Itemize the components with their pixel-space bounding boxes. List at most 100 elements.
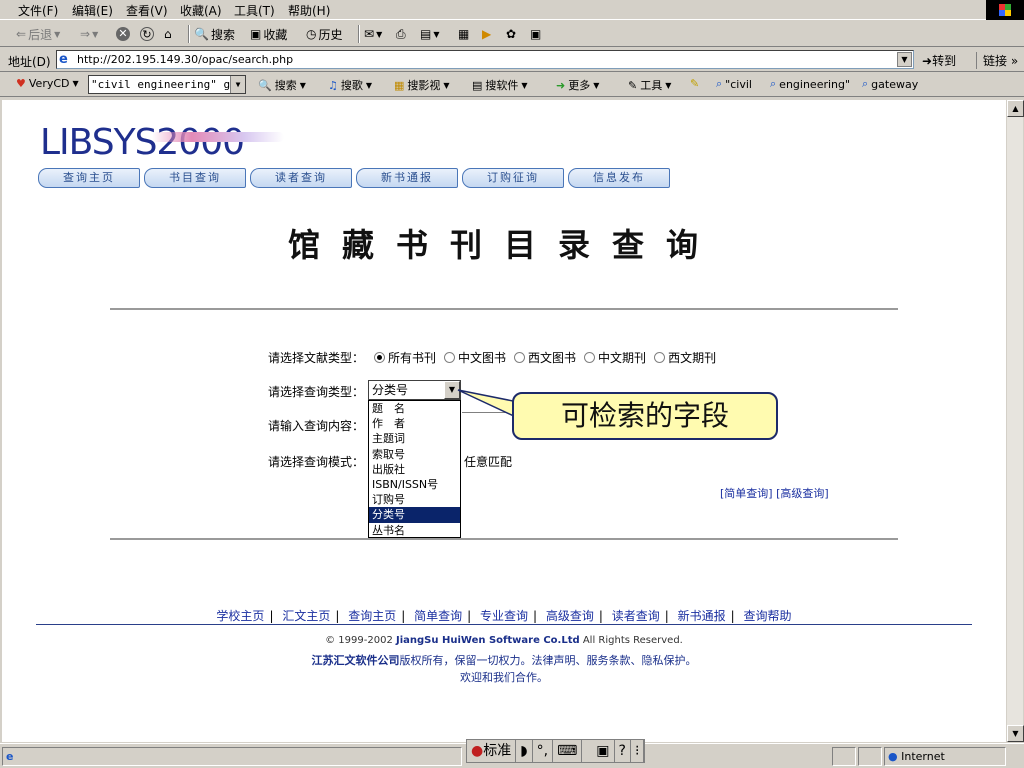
scroll-down-button[interactable]: ▼ (1007, 725, 1024, 742)
stop-button[interactable]: ✕ (116, 25, 130, 43)
verycd-button[interactable]: ♥ VeryCD ▼ (16, 77, 79, 90)
ime-punct-button[interactable]: °, (533, 740, 554, 762)
radio-button[interactable] (374, 352, 385, 363)
option-isbn[interactable]: ISBN/ISSN号 (369, 477, 460, 492)
radio-western-books[interactable]: 西文图书 (514, 349, 576, 366)
radio-button[interactable] (584, 352, 596, 363)
software-search-button[interactable]: ▤ 搜软件 ▼ (472, 77, 528, 93)
discuss-button[interactable]: ▦ (458, 25, 469, 43)
radio-button[interactable] (514, 352, 526, 363)
toolbar-search-button[interactable]: 🔍 搜索 ▼ (258, 77, 306, 93)
logo-swoosh (152, 132, 284, 142)
more-button[interactable]: ➜ 更多 ▼ (556, 77, 599, 93)
music-search-button[interactable]: ♫ 搜歌 ▼ (328, 77, 372, 93)
vertical-scrollbar[interactable]: ▲ ▼ (1006, 100, 1024, 742)
back-button[interactable]: ⇐ 后退 ▼ (16, 25, 60, 43)
media-button[interactable]: ▶ (482, 25, 491, 43)
search-button[interactable]: 🔍 搜索 (194, 25, 235, 43)
footer-link-new-books[interactable]: 新书通报 (678, 609, 726, 623)
find-engineering-button[interactable]: ⌕ engineering" (770, 77, 850, 91)
ime-mode-button[interactable]: ●标准 (467, 740, 517, 762)
option-call-number[interactable]: 索取号 (369, 447, 460, 462)
stop-icon: ✕ (116, 27, 130, 41)
help-icon: ? (618, 743, 626, 759)
radio-chinese-journals[interactable]: 中文期刊 (584, 349, 646, 366)
query-mode-select[interactable]: 任意匹配 (464, 453, 512, 470)
radio-western-journals[interactable]: 西文期刊 (654, 349, 716, 366)
menu-tools[interactable]: 工具(T) (234, 2, 275, 19)
ime-keyboard-button[interactable]: ⌨ (553, 740, 583, 762)
footer-link-home[interactable]: 查询主页 (348, 609, 396, 623)
radio-button[interactable] (654, 352, 666, 363)
highlighter-icon: ✎ (690, 77, 700, 90)
messenger-button[interactable]: ✿ (506, 25, 516, 43)
video-search-button[interactable]: ▦ 搜影视 ▼ (394, 77, 450, 93)
nav-reader[interactable]: 读者查询 (250, 168, 352, 188)
tools-button[interactable]: ✎ 工具 ▼ (628, 77, 671, 93)
ime-width-button[interactable]: ◗ (516, 740, 533, 762)
radio-all[interactable]: 所有书刊 (374, 349, 436, 366)
footer-link-school[interactable]: 学校主页 (216, 609, 264, 623)
ime-handle[interactable]: ⁝ (631, 740, 645, 762)
menu-favorites[interactable]: 收藏(A) (180, 2, 222, 19)
home-icon: ⌂ (164, 27, 172, 41)
site-nav: 查询主页 书目查询 读者查询 新书通报 订购征询 信息发布 (38, 168, 670, 188)
radio-chinese-books[interactable]: 中文图书 (444, 349, 506, 366)
footer-link-help[interactable]: 查询帮助 (744, 609, 792, 623)
option-order-number[interactable]: 订购号 (369, 492, 460, 507)
find-civil-button[interactable]: ⌕ "civil (716, 77, 752, 91)
history-button[interactable]: ◷ 历史 (306, 25, 343, 43)
menu-help[interactable]: 帮助(H) (288, 2, 330, 19)
nav-info[interactable]: 信息发布 (568, 168, 670, 188)
menu-view[interactable]: 查看(V) (126, 2, 168, 19)
links-button[interactable]: 链接 » (976, 52, 1018, 69)
go-button[interactable]: ➜转到 (922, 52, 956, 69)
nav-catalog[interactable]: 书目查询 (144, 168, 246, 188)
forward-button[interactable]: ⇒ ▼ (80, 25, 98, 43)
search-toolbar: ♥ VeryCD ▼ "civil engineering" ga ▼ 🔍 搜索 ▼… (0, 73, 1024, 97)
chevron-down-icon: ▼ (443, 80, 450, 90)
ime-help-button[interactable]: ? (615, 740, 631, 762)
nav-acquisition[interactable]: 订购征询 (462, 168, 564, 188)
option-title[interactable]: 题 名 (369, 401, 460, 416)
status-text: e (2, 747, 462, 766)
option-publisher[interactable]: 出版社 (369, 462, 460, 477)
favorites-button[interactable]: ▣ 收藏 (250, 25, 287, 43)
search-mode-links[interactable]: [简单查询] [高级查询] (720, 485, 829, 501)
nav-new-books[interactable]: 新书通报 (356, 168, 458, 188)
chevron-down-icon: ▼ (376, 29, 383, 39)
option-author[interactable]: 作 者 (369, 416, 460, 431)
toolbar-search-input[interactable]: "civil engineering" ga ▼ (88, 75, 246, 94)
edit-icon: ▤ (420, 27, 432, 41)
print-button[interactable]: ⎙ (396, 25, 406, 43)
find-gateway-button[interactable]: ⌕ gateway (862, 77, 918, 91)
ime-settings-button[interactable]: ▣ (592, 740, 615, 762)
query-type-label: 请选择查询类型： (268, 385, 365, 399)
toolbar-separator (358, 25, 360, 43)
menu-file[interactable]: 文件(F) (18, 2, 58, 19)
highlight-button[interactable]: ✎ (690, 77, 699, 90)
footer-link-reader[interactable]: 读者查询 (612, 609, 660, 623)
notes-button[interactable]: ▣ (530, 25, 541, 43)
home-button[interactable]: ⌂ (164, 25, 172, 43)
footer-link-simple[interactable]: 简单查询 (414, 609, 462, 623)
chevron-down-icon: ▼ (433, 29, 440, 39)
address-dropdown-button[interactable]: ▼ (897, 52, 912, 67)
address-input[interactable]: e http://202.195.149.30/opac/search.php … (56, 50, 914, 69)
footer-link-professional[interactable]: 专业查询 (480, 609, 528, 623)
query-type-select[interactable]: 分类号 ▼ (368, 380, 461, 400)
footer-divider (36, 624, 972, 625)
nav-home[interactable]: 查询主页 (38, 168, 140, 188)
combo-dropdown-button[interactable]: ▼ (230, 76, 245, 93)
footer-link-advanced[interactable]: 高级查询 (546, 609, 594, 623)
radio-button[interactable] (444, 352, 456, 363)
option-subject[interactable]: 主题词 (369, 431, 460, 446)
footer-link-huiwen[interactable]: 汇文主页 (282, 609, 330, 623)
menu-edit[interactable]: 编辑(E) (72, 2, 113, 19)
scroll-up-button[interactable]: ▲ (1007, 100, 1024, 117)
mail-button[interactable]: ✉ ▼ (364, 25, 382, 43)
edit-button[interactable]: ▤ ▼ (420, 25, 440, 43)
option-classification[interactable]: 分类号 (369, 507, 460, 523)
refresh-button[interactable]: ↻ (140, 25, 154, 43)
option-series[interactable]: 丛书名 (369, 523, 460, 538)
